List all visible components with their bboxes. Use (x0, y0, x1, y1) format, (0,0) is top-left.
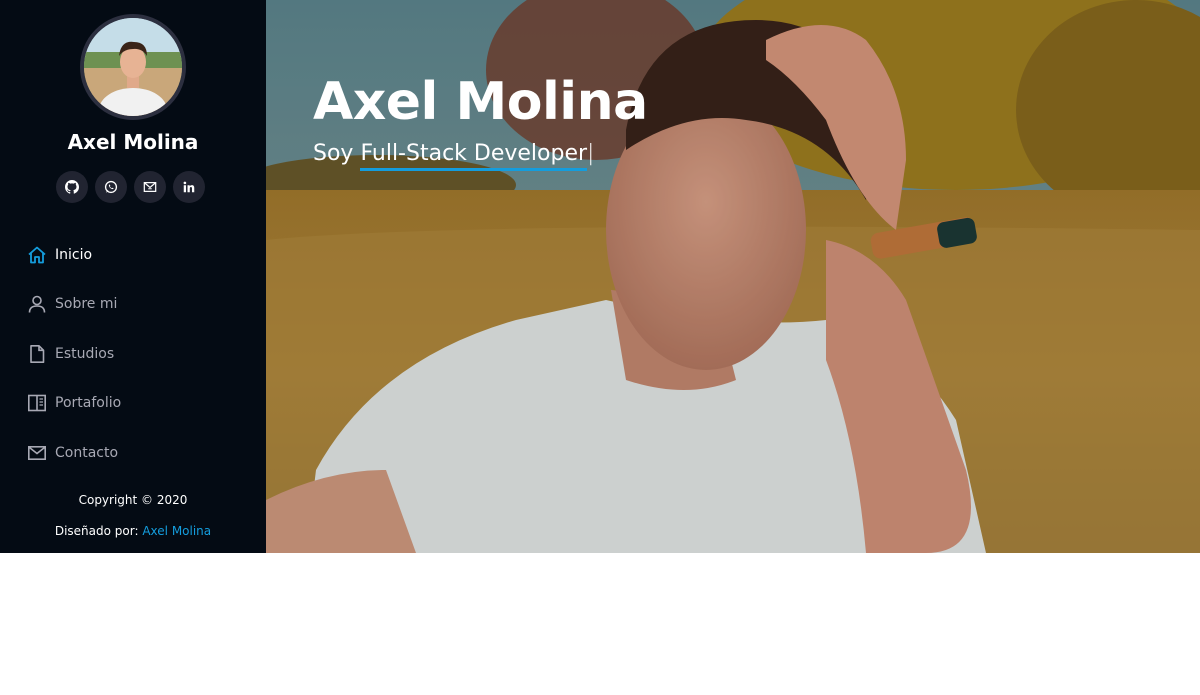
linkedin-link[interactable] (173, 171, 205, 203)
credits: Diseñado por: Axel Molina (0, 524, 266, 538)
hero-title: Axel Molina (313, 72, 648, 132)
book-icon (26, 392, 48, 414)
whatsapp-icon (104, 180, 118, 194)
person-icon (26, 293, 48, 315)
hero-subtitle-prefix: Soy (313, 141, 361, 166)
mail-link[interactable] (134, 171, 166, 203)
credits-author-link[interactable]: Axel Molina (142, 524, 211, 538)
hero-subtitle: Soy Full-Stack Developer| (313, 141, 595, 171)
nav-item-sobre-mi[interactable]: Sobre mi (26, 280, 121, 330)
sidebar: Axel Molina Inicio Sobre mi Estudios Por… (0, 0, 266, 553)
linkedin-icon (183, 181, 195, 193)
hero-section: Axel Molina Soy Full-Stack Developer| (266, 0, 1200, 553)
whatsapp-link[interactable] (95, 171, 127, 203)
nav-item-estudios[interactable]: Estudios (26, 329, 121, 379)
sidebar-nav: Inicio Sobre mi Estudios Portafolio Cont… (26, 230, 121, 478)
envelope-icon (26, 442, 48, 464)
github-link[interactable] (56, 171, 88, 203)
file-icon (26, 343, 48, 365)
home-icon (26, 244, 48, 266)
hero-typed-text: Full-Stack Developer (360, 141, 588, 171)
copyright-text: Copyright © 2020 (78, 493, 188, 507)
nav-item-label: Portafolio (55, 395, 122, 412)
avatar (80, 14, 186, 120)
nav-item-label: Contacto (55, 444, 119, 461)
mail-icon (143, 182, 157, 192)
nav-item-label: Estudios (55, 345, 115, 362)
github-icon (65, 180, 79, 194)
nav-item-contacto[interactable]: Contacto (26, 428, 121, 478)
credits-prefix: Diseñado por: (54, 524, 139, 538)
nav-item-label: Sobre mi (55, 296, 118, 313)
nav-item-portafolio[interactable]: Portafolio (26, 379, 121, 429)
page-viewport: Axel Molina Inicio Sobre mi Estudios Por… (0, 0, 1200, 553)
nav-item-label: Inicio (55, 246, 93, 263)
nav-item-inicio[interactable]: Inicio (26, 230, 121, 280)
typing-cursor: | (587, 141, 595, 166)
social-links (56, 171, 205, 203)
profile-name: Axel Molina (67, 130, 199, 154)
